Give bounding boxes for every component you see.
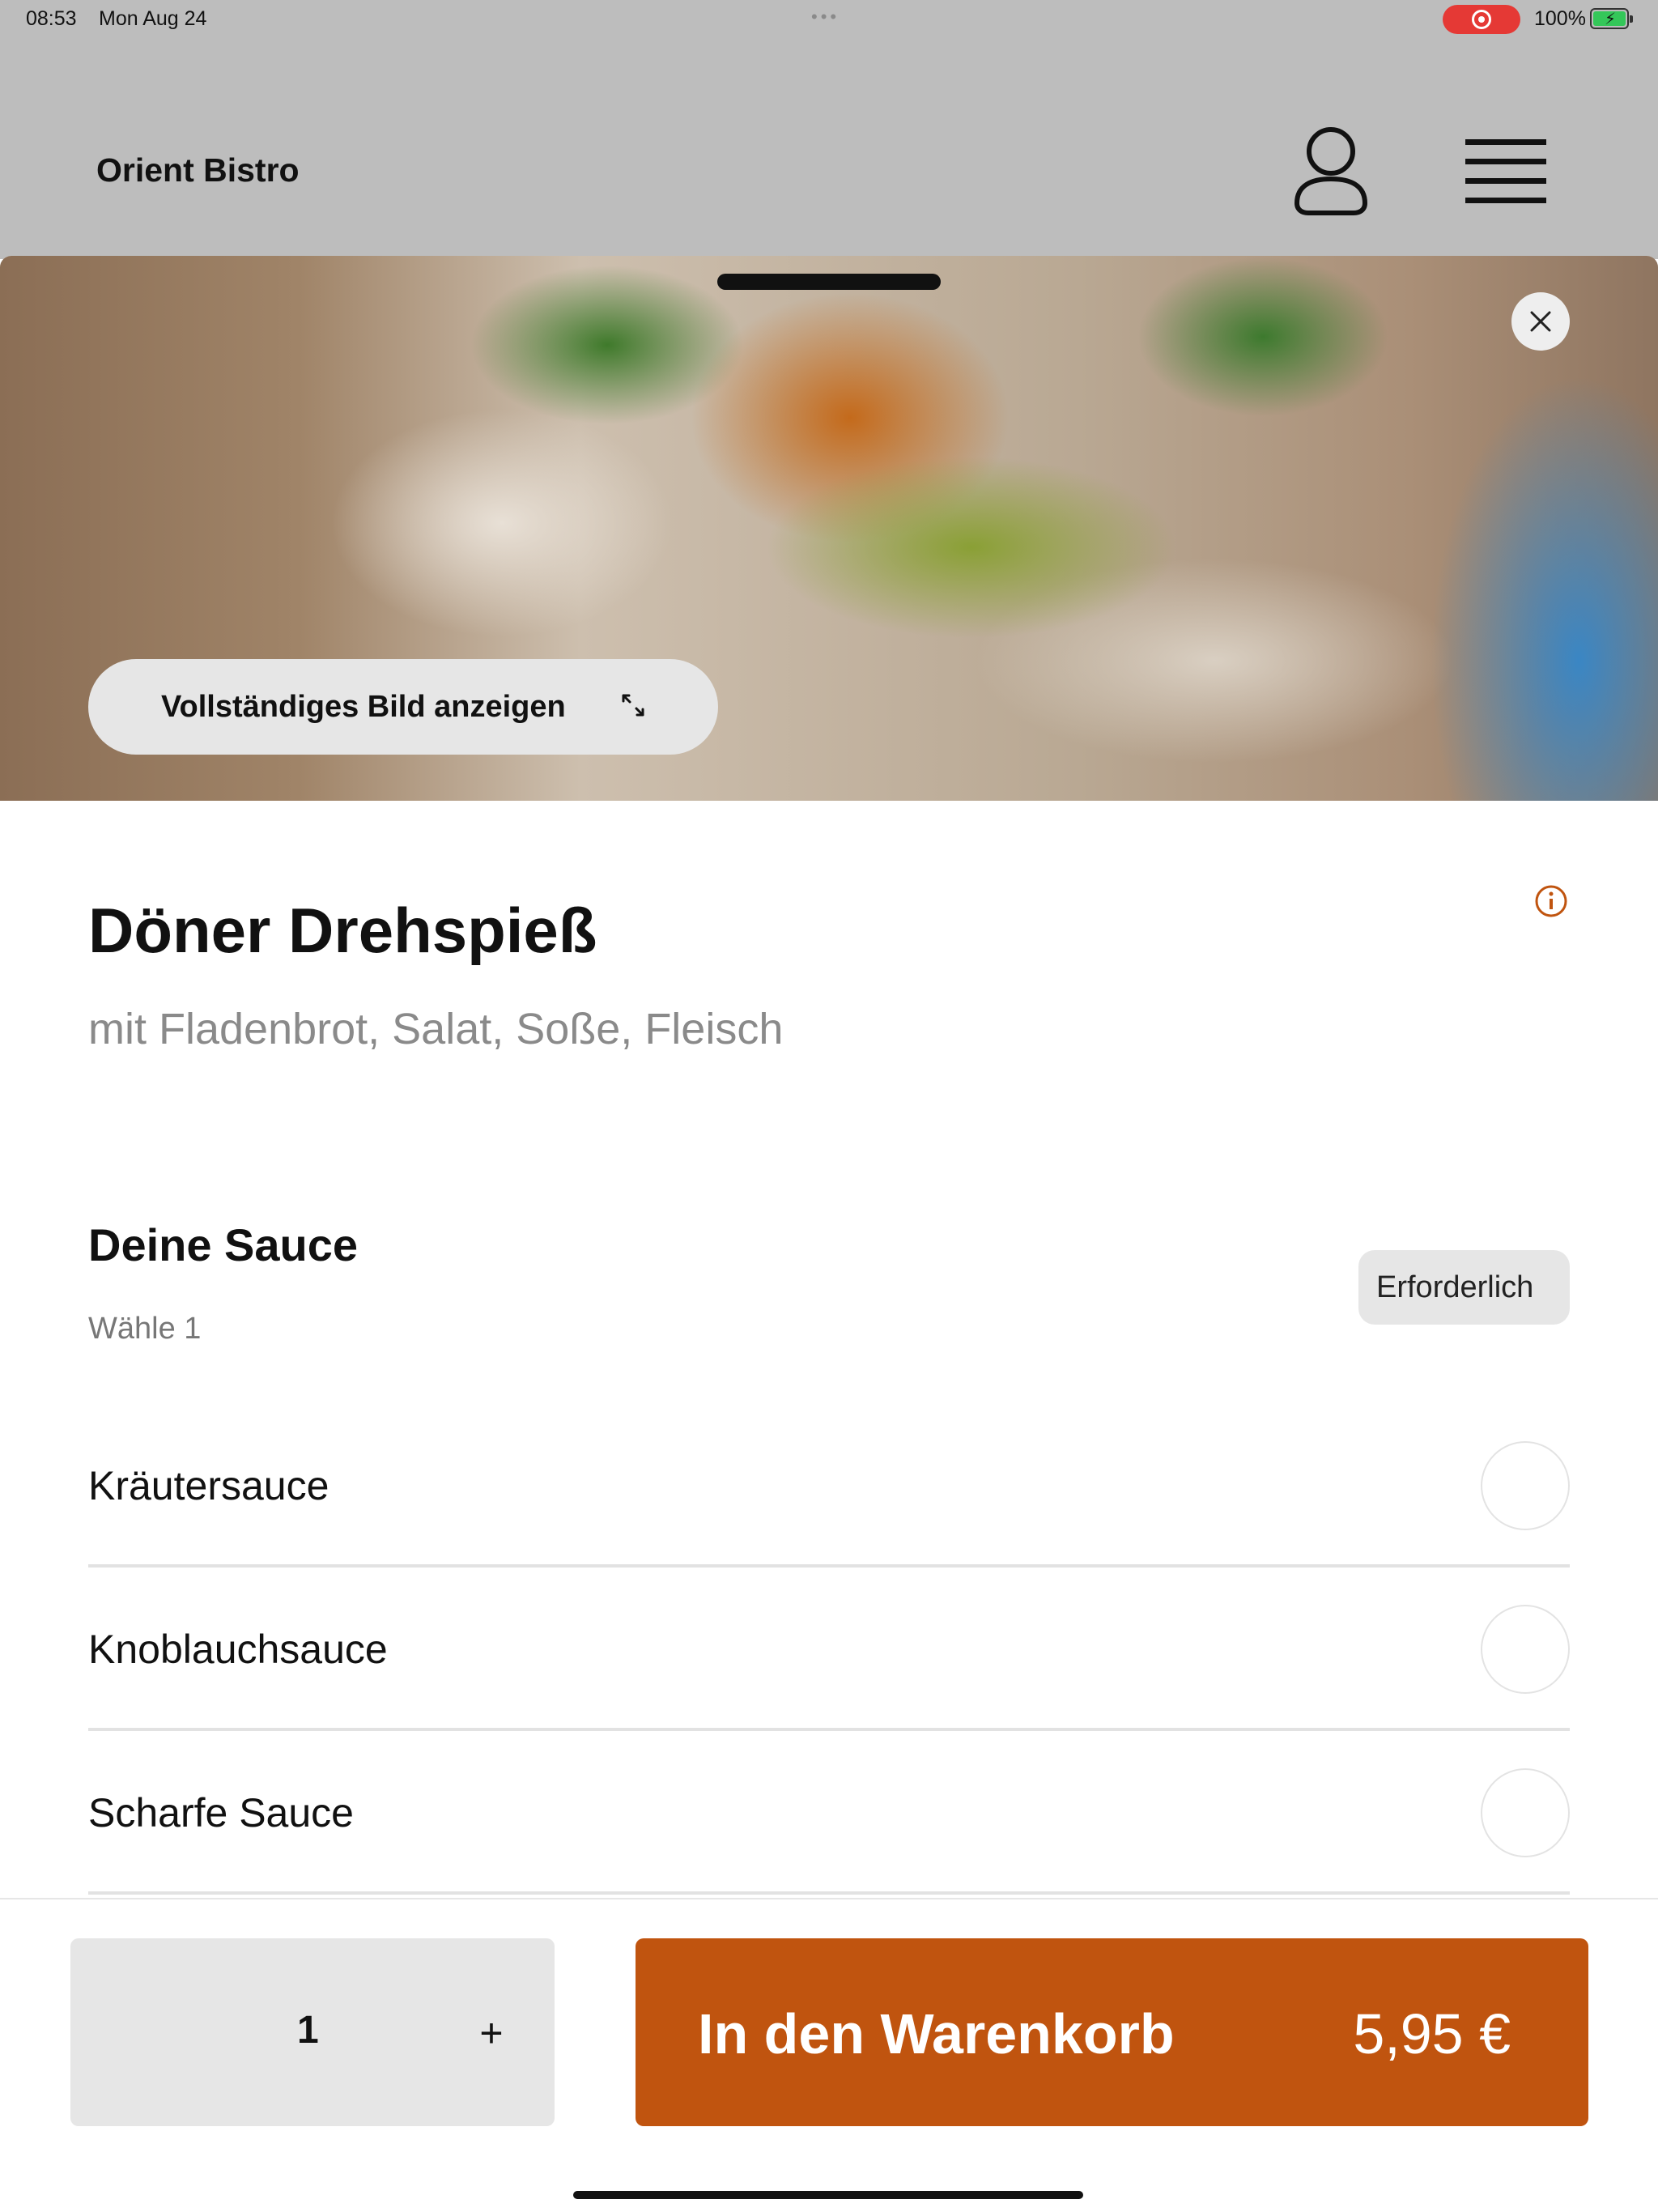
page: 08:53 Mon Aug 24 ••• 100% ⚡ Orient Bistr… bbox=[0, 0, 1658, 2212]
status-date: Mon Aug 24 bbox=[99, 7, 207, 30]
quantity-value: 1 bbox=[297, 2009, 319, 2052]
screen-recording-icon[interactable] bbox=[1443, 5, 1520, 34]
status-time: 08:53 bbox=[26, 7, 77, 30]
product-image: Vollständiges Bild anzeigen bbox=[0, 256, 1658, 801]
sauce-option-radio[interactable] bbox=[1481, 1768, 1570, 1857]
sauce-option-radio[interactable] bbox=[1481, 1605, 1570, 1694]
required-badge: Erforderlich bbox=[1358, 1250, 1570, 1325]
expand-icon bbox=[622, 694, 644, 717]
sauce-option-label: Scharfe Sauce bbox=[88, 1790, 354, 1836]
sauce-option-label: Kräutersauce bbox=[88, 1463, 329, 1508]
sauce-option-row[interactable]: Scharfe Sauce bbox=[88, 1731, 1570, 1895]
price-label: 5,95 € bbox=[1353, 2002, 1511, 2065]
quantity-plus-button[interactable]: + bbox=[451, 1997, 532, 2069]
add-to-cart-button[interactable]: In den Warenkorb 5,95 € bbox=[636, 1938, 1588, 2126]
show-full-image-label: Vollständiges Bild anzeigen bbox=[161, 690, 566, 724]
status-bar: 08:53 Mon Aug 24 ••• 100% ⚡ bbox=[0, 0, 1658, 39]
background-header: 08:53 Mon Aug 24 ••• 100% ⚡ Orient Bistr… bbox=[0, 0, 1658, 259]
sheet-grab-handle[interactable] bbox=[717, 274, 941, 290]
brand-name[interactable]: Orient Bistro bbox=[96, 151, 300, 189]
user-icon[interactable] bbox=[1292, 125, 1370, 219]
show-full-image-button[interactable]: Vollständiges Bild anzeigen bbox=[88, 659, 718, 755]
close-button[interactable] bbox=[1511, 292, 1570, 351]
add-to-cart-label: In den Warenkorb bbox=[698, 2002, 1175, 2065]
product-description: mit Fladenbrot, Salat, Soße, Fleisch bbox=[88, 1005, 784, 1053]
multitasking-dots[interactable]: ••• bbox=[811, 6, 840, 28]
hamburger-menu-icon[interactable] bbox=[1465, 134, 1546, 207]
sauce-section-title: Deine Sauce bbox=[88, 1219, 359, 1270]
sauce-option-row[interactable]: Knoblauchsauce bbox=[88, 1568, 1570, 1731]
close-icon bbox=[1530, 311, 1551, 332]
sauce-option-label: Knoblauchsauce bbox=[88, 1627, 388, 1672]
sauce-option-row[interactable]: Kräutersauce bbox=[88, 1404, 1570, 1568]
footer-bar: 1 + In den Warenkorb 5,95 € bbox=[0, 1898, 1658, 2212]
battery-icon: ⚡ bbox=[1590, 8, 1633, 29]
product-title: Döner Drehspieß bbox=[88, 895, 597, 966]
home-indicator[interactable] bbox=[573, 2191, 1083, 2199]
quantity-stepper[interactable]: 1 + bbox=[70, 1938, 555, 2126]
sauce-section-hint: Wähle 1 bbox=[88, 1312, 202, 1346]
info-icon[interactable] bbox=[1533, 883, 1569, 919]
battery-percent: 100% bbox=[1534, 7, 1586, 30]
sauce-option-radio[interactable] bbox=[1481, 1441, 1570, 1530]
required-badge-label: Erforderlich bbox=[1376, 1270, 1534, 1304]
